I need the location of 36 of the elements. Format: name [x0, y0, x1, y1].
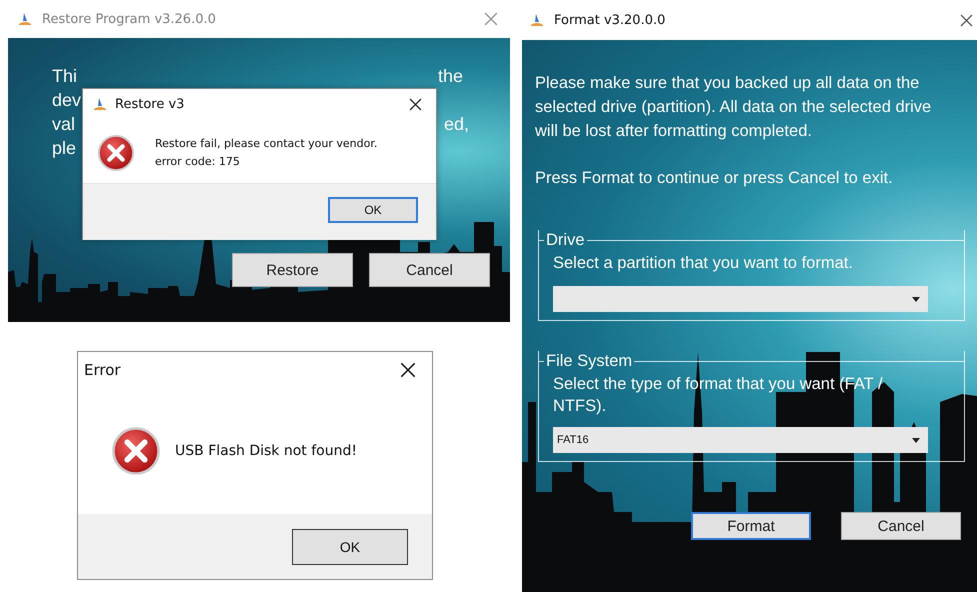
app-icon	[530, 13, 544, 27]
cancel-button[interactable]: Cancel	[369, 253, 490, 287]
body-text: dev	[52, 89, 82, 112]
dropdown-field[interactable]	[553, 286, 928, 312]
format-button[interactable]: Format	[691, 512, 811, 540]
error-icon	[97, 134, 135, 172]
cancel-button[interactable]: Cancel	[841, 512, 961, 540]
body-text: Select a partition that you want to format.	[553, 253, 854, 274]
caret-icon	[912, 296, 920, 302]
close-icon	[400, 362, 416, 378]
error-message: Restore fail, please contact your vendor. error code: 175	[155, 136, 378, 170]
body-text: ed,	[444, 113, 470, 136]
body-text: Press Format to continue or press Cancel to exit.	[535, 168, 894, 189]
body-text: the	[438, 65, 464, 88]
restore-button[interactable]: Restore	[232, 253, 353, 287]
close-icon	[484, 12, 498, 26]
group-label: File System	[545, 351, 634, 371]
close-icon	[409, 98, 422, 110]
body-text: Thi	[52, 65, 78, 88]
app-icon	[93, 97, 107, 111]
body-text: Please make sure that you backed up all data on the selected drive (partition). All data on the selected drive will be lost after formatting completed.	[535, 73, 932, 142]
dropdown-field[interactable]: FAT16	[553, 427, 928, 453]
body-text: ple	[52, 137, 76, 160]
group-label: Drive	[545, 230, 586, 250]
app-icon	[18, 12, 32, 26]
error-icon	[111, 426, 161, 476]
ok-button[interactable]: OK	[328, 197, 418, 223]
window-title: Restore Program v3.26.0.0	[42, 12, 216, 26]
window-title: Restore v3	[115, 96, 184, 112]
ok-button[interactable]: OK	[292, 529, 408, 565]
close-icon	[960, 14, 973, 26]
body-text: val	[52, 113, 76, 136]
error-message: USB Flash Disk not found!	[175, 443, 357, 459]
window-title: Error	[84, 361, 121, 379]
caret-icon	[912, 438, 920, 442]
window-title: Format v3.20.0.0	[554, 12, 666, 28]
